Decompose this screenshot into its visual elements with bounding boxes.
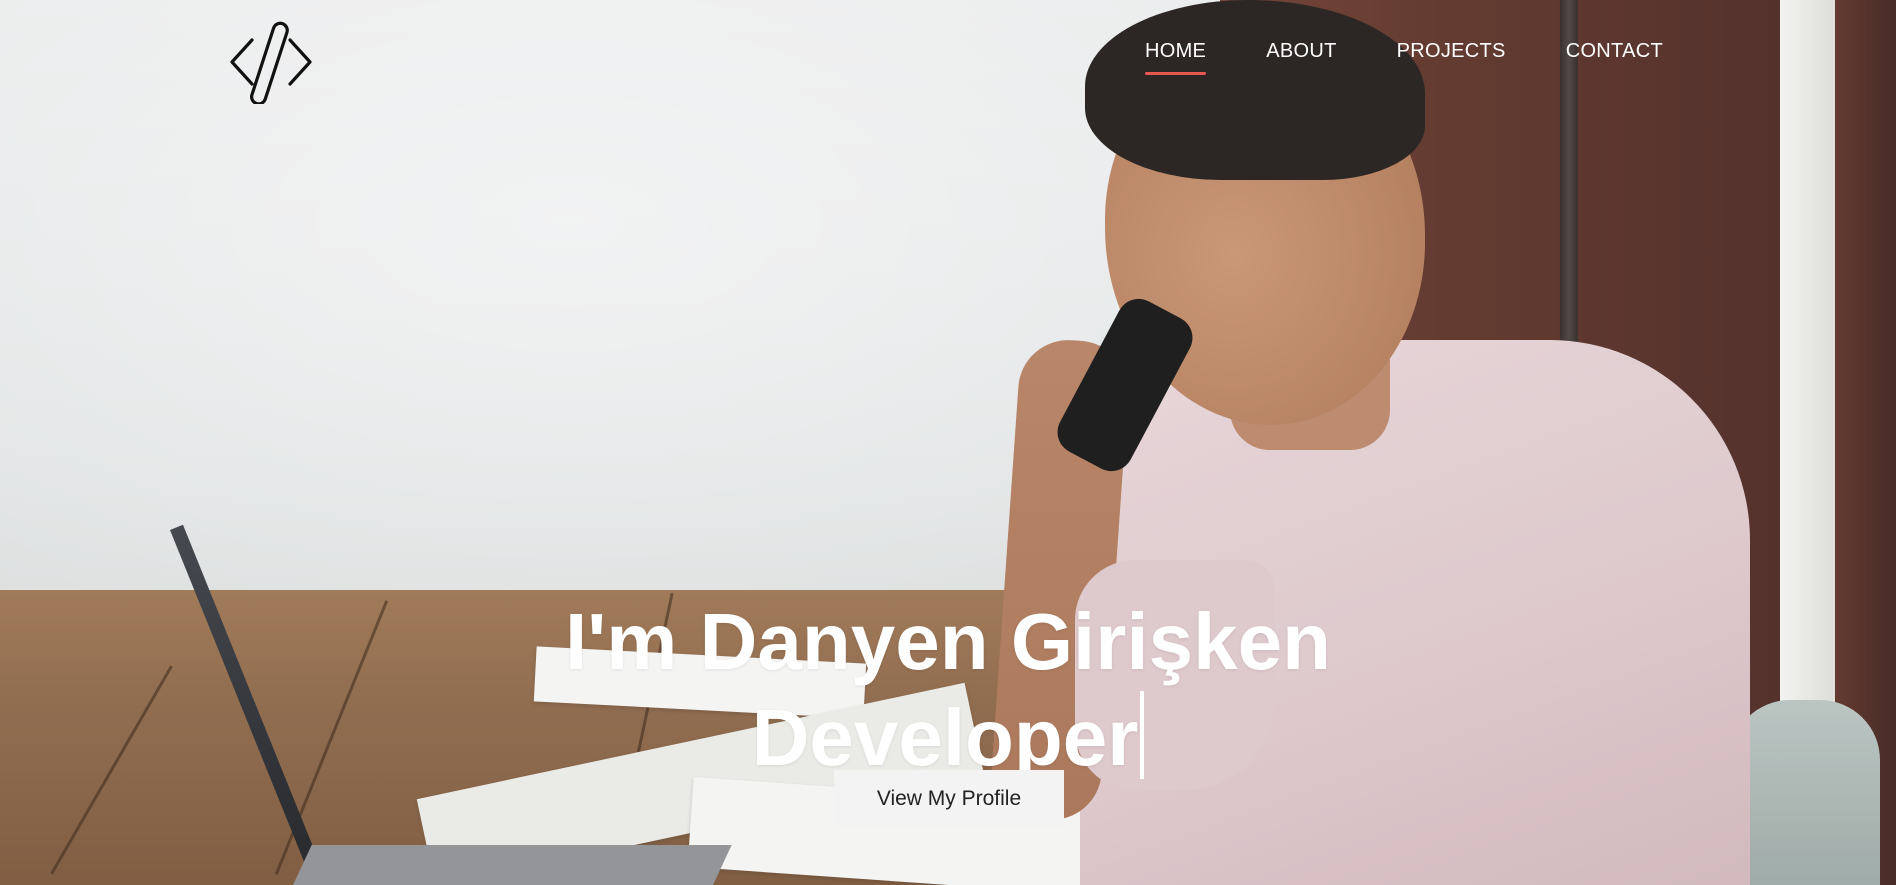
nav-home[interactable]: HOME [1145, 40, 1207, 77]
nav-contact[interactable]: CONTACT [1566, 40, 1663, 77]
typing-cursor [1140, 690, 1145, 779]
main-nav: HOME ABOUT PROJECTS CONTACT [1145, 40, 1723, 77]
code-brackets-icon[interactable] [226, 18, 316, 106]
nav-projects[interactable]: PROJECTS [1397, 40, 1506, 77]
hero-title: I'm Danyen Girişken Developer [0, 594, 1896, 786]
hero-title-line-2: Developer [751, 692, 1139, 782]
view-profile-button[interactable]: View My Profile [834, 770, 1064, 828]
hero-title-line-1: I'm Danyen Girişken [565, 596, 1331, 686]
nav-about[interactable]: ABOUT [1266, 40, 1336, 77]
